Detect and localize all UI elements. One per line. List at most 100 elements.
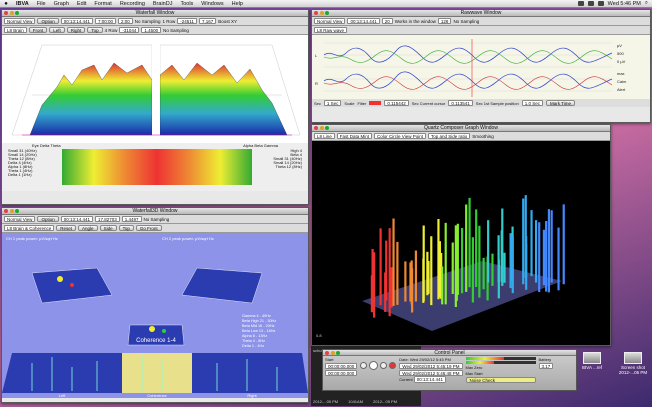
angle-button[interactable]: Angle [78,225,98,231]
menu-format[interactable]: Format [90,1,115,7]
data-mode-select[interactable]: Fast Data Mint [336,133,373,139]
zoom-button-icon[interactable] [336,350,340,355]
start-time-field[interactable]: Wed 29/02/2012 5:45:19 PM [399,363,463,369]
view-mode-select[interactable]: Normal View [4,18,36,24]
waterfall3d-titlebar[interactable]: Waterfall3D Window [2,208,308,215]
waterfall-3d-plot[interactable] [2,35,308,143]
menu-recording[interactable]: Recording [116,1,149,7]
time-field[interactable]: 00:13:14.441 [60,18,93,24]
band-legend: Eye Delta Theta Alpha Beta Gamma Small 3… [2,143,308,191]
wifi-icon[interactable] [577,1,584,6]
zoom-button-icon[interactable] [325,11,329,15]
noise-check-button[interactable]: Noise Check [465,377,536,383]
zoom-field[interactable]: 1.0 Sec [521,100,543,106]
status-area: Wed 5:46 PM ⌕ [577,0,652,7]
value-field-3[interactable]: 7.167 [198,18,217,24]
scale-field[interactable]: 20 [381,18,393,24]
option-button[interactable]: Option [37,18,59,24]
filter-color-swatch[interactable] [369,101,382,105]
left-button[interactable]: Left [49,27,65,33]
menu-edit[interactable]: Edit [73,1,90,7]
minimize-button-icon[interactable] [9,209,14,213]
spotlight-icon[interactable]: ⌕ [645,0,648,7]
close-button-icon[interactable] [325,350,329,355]
top-button[interactable]: Top [118,225,134,231]
time-field[interactable]: 00:13:14.441 [60,216,93,222]
apple-menu-icon[interactable]: ● [0,1,12,7]
minimize-button-icon[interactable] [319,11,324,15]
minimize-button-icon[interactable] [319,126,324,130]
side-button[interactable]: Side [99,225,117,231]
brain-coherence-select[interactable]: L8 Brain & Coherence [4,225,55,231]
rawwave-plot[interactable]: L R µV 500 0 µV max Calm Alert [312,35,650,99]
bottom-time-field[interactable]: 00:00:00.000 [325,370,358,376]
view-mode-select[interactable]: Normal View [314,18,346,24]
footer-filter[interactable]: Filter [357,101,366,106]
minimize-button-icon[interactable] [9,11,14,15]
samp-field[interactable]: 128 [437,18,452,24]
no-sampling-label: No Sampling [453,18,480,24]
coherence-3d-plot[interactable]: CH 1 peak power: µV/sqrt Hz CH 2 peak po… [2,233,308,398]
value-field-2[interactable]: -31044 [119,27,140,33]
legend-3: Beta Low 13 - 16Hz [242,329,275,333]
rawwave-titlebar[interactable]: Rawwave Window [312,10,650,17]
right-label-4: Calm [617,79,627,84]
desktop-icon-screenshot[interactable]: Screen shot 2012-...05 PM [618,352,648,375]
elapsed-field[interactable]: 00:00:00.000 [325,363,358,369]
current-field[interactable]: 00:13:14.441 [413,376,447,383]
task-time-1: 1041AM [348,399,364,404]
top-side-select[interactable]: Top and Side ratio [427,133,471,139]
go-front-button[interactable]: Go Front [135,225,162,231]
value-field-1[interactable]: -24511 [177,18,197,24]
waterfall-titlebar[interactable]: Waterfall Window [2,10,308,17]
value-field-a[interactable]: 17.82703 [94,216,120,222]
zoom-button-icon[interactable] [15,11,19,15]
menu-tools[interactable]: Tools [176,1,197,7]
battery-icon[interactable] [597,1,604,6]
forward-icon[interactable] [380,362,388,369]
option-button[interactable]: Option [37,216,59,222]
reset-button[interactable]: Reset [56,225,77,231]
value-field-b[interactable]: 1.4497 [121,216,142,222]
top-button[interactable]: Top [87,27,103,33]
menu-braindj[interactable]: BrainDJ [149,1,177,7]
menu-help[interactable]: Help [228,1,247,7]
menu-file[interactable]: File [33,1,50,7]
quartz-titlebar[interactable]: Quartz Composer Graph Window [312,125,610,132]
rawwave-select[interactable]: L8 Raw wave [314,27,348,33]
color-mode-select[interactable]: Color Circle View Point [374,133,426,139]
mark-time-button[interactable]: Mark Time [545,100,575,106]
rewind-icon[interactable] [360,362,368,369]
duration-field[interactable]: 7:00:00 [94,18,116,24]
menu-windows[interactable]: Windows [197,1,227,7]
volume-icon[interactable] [587,1,594,6]
readout-1: 0.113541 [448,100,473,106]
menubar-clock[interactable]: Wed 5:46 PM [608,1,641,7]
close-button-icon[interactable] [4,209,8,213]
current-label: Current [399,377,413,382]
control-panel-titlebar[interactable]: Control Panel [323,350,576,356]
zoom-button-icon[interactable] [325,126,329,130]
record-icon[interactable] [389,362,397,369]
menu-app-name[interactable]: IBVA [12,1,33,7]
menu-graph[interactable]: Graph [50,1,73,7]
line-select[interactable]: L8 Line [314,133,335,139]
view-mode-select[interactable]: Normal View [4,216,36,222]
window-field[interactable]: 2:00 [118,18,133,24]
row-label-2: 4 Row [104,27,118,33]
close-button-icon[interactable] [4,11,8,15]
front-button[interactable]: Front [28,27,48,33]
time-field[interactable]: 00:13:14.441 [347,18,380,24]
footer-sec-field[interactable]: 1 Sec [323,100,342,106]
close-button-icon[interactable] [314,126,318,130]
quartz-3d-plot[interactable]: 0.8 [312,141,610,341]
minimize-button-icon[interactable] [330,350,335,355]
value-field-4[interactable]: 1.4500 [141,27,162,33]
brain-select[interactable]: L8 Brain [4,27,27,33]
close-button-icon[interactable] [314,11,318,15]
zoom-button-icon[interactable] [15,209,19,213]
play-icon[interactable] [369,361,379,370]
desktop-icon-ibva[interactable]: IBVA ...ref [577,352,607,370]
waterfall3d-window: Waterfall3D Window Normal View Option 00… [1,207,309,403]
right-button[interactable]: Right [66,27,86,33]
